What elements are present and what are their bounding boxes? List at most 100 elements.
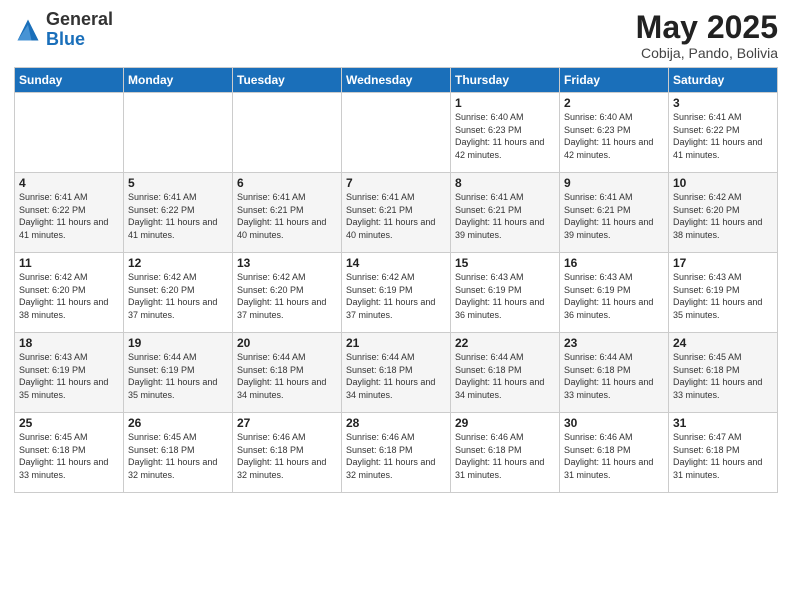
- day-number: 8: [455, 176, 555, 190]
- logo-general: General: [46, 9, 113, 29]
- day-info: Sunrise: 6:46 AMSunset: 6:18 PMDaylight:…: [346, 431, 446, 481]
- header-wednesday: Wednesday: [342, 68, 451, 93]
- day-number: 13: [237, 256, 337, 270]
- day-info: Sunrise: 6:43 AMSunset: 6:19 PMDaylight:…: [19, 351, 119, 401]
- day-cell: 21Sunrise: 6:44 AMSunset: 6:18 PMDayligh…: [342, 333, 451, 413]
- day-number: 6: [237, 176, 337, 190]
- day-number: 30: [564, 416, 664, 430]
- day-info: Sunrise: 6:42 AMSunset: 6:20 PMDaylight:…: [19, 271, 119, 321]
- day-info: Sunrise: 6:43 AMSunset: 6:19 PMDaylight:…: [564, 271, 664, 321]
- day-info: Sunrise: 6:41 AMSunset: 6:22 PMDaylight:…: [673, 111, 773, 161]
- day-cell: 7Sunrise: 6:41 AMSunset: 6:21 PMDaylight…: [342, 173, 451, 253]
- day-number: 24: [673, 336, 773, 350]
- day-number: 20: [237, 336, 337, 350]
- day-number: 9: [564, 176, 664, 190]
- header-saturday: Saturday: [669, 68, 778, 93]
- month-title: May 2025: [636, 10, 778, 45]
- day-number: 26: [128, 416, 228, 430]
- day-info: Sunrise: 6:41 AMSunset: 6:21 PMDaylight:…: [455, 191, 555, 241]
- week-row-3: 18Sunrise: 6:43 AMSunset: 6:19 PMDayligh…: [15, 333, 778, 413]
- day-cell: 23Sunrise: 6:44 AMSunset: 6:18 PMDayligh…: [560, 333, 669, 413]
- header: General Blue May 2025 Cobija, Pando, Bol…: [14, 10, 778, 61]
- day-number: 31: [673, 416, 773, 430]
- day-cell: 26Sunrise: 6:45 AMSunset: 6:18 PMDayligh…: [124, 413, 233, 493]
- day-number: 29: [455, 416, 555, 430]
- day-number: 25: [19, 416, 119, 430]
- header-tuesday: Tuesday: [233, 68, 342, 93]
- day-cell: 15Sunrise: 6:43 AMSunset: 6:19 PMDayligh…: [451, 253, 560, 333]
- day-cell: [233, 93, 342, 173]
- week-row-0: 1Sunrise: 6:40 AMSunset: 6:23 PMDaylight…: [15, 93, 778, 173]
- day-number: 14: [346, 256, 446, 270]
- day-cell: 29Sunrise: 6:46 AMSunset: 6:18 PMDayligh…: [451, 413, 560, 493]
- day-info: Sunrise: 6:41 AMSunset: 6:21 PMDaylight:…: [564, 191, 664, 241]
- week-row-4: 25Sunrise: 6:45 AMSunset: 6:18 PMDayligh…: [15, 413, 778, 493]
- header-thursday: Thursday: [451, 68, 560, 93]
- day-info: Sunrise: 6:42 AMSunset: 6:20 PMDaylight:…: [673, 191, 773, 241]
- day-cell: 5Sunrise: 6:41 AMSunset: 6:22 PMDaylight…: [124, 173, 233, 253]
- day-number: 16: [564, 256, 664, 270]
- day-cell: 6Sunrise: 6:41 AMSunset: 6:21 PMDaylight…: [233, 173, 342, 253]
- day-number: 5: [128, 176, 228, 190]
- header-monday: Monday: [124, 68, 233, 93]
- day-info: Sunrise: 6:43 AMSunset: 6:19 PMDaylight:…: [455, 271, 555, 321]
- day-info: Sunrise: 6:42 AMSunset: 6:20 PMDaylight:…: [237, 271, 337, 321]
- week-row-2: 11Sunrise: 6:42 AMSunset: 6:20 PMDayligh…: [15, 253, 778, 333]
- day-cell: 27Sunrise: 6:46 AMSunset: 6:18 PMDayligh…: [233, 413, 342, 493]
- day-info: Sunrise: 6:44 AMSunset: 6:18 PMDaylight:…: [346, 351, 446, 401]
- day-cell: 18Sunrise: 6:43 AMSunset: 6:19 PMDayligh…: [15, 333, 124, 413]
- day-info: Sunrise: 6:44 AMSunset: 6:18 PMDaylight:…: [455, 351, 555, 401]
- day-info: Sunrise: 6:47 AMSunset: 6:18 PMDaylight:…: [673, 431, 773, 481]
- location-subtitle: Cobija, Pando, Bolivia: [636, 45, 778, 61]
- day-number: 28: [346, 416, 446, 430]
- day-cell: [15, 93, 124, 173]
- day-cell: 31Sunrise: 6:47 AMSunset: 6:18 PMDayligh…: [669, 413, 778, 493]
- day-info: Sunrise: 6:41 AMSunset: 6:22 PMDaylight:…: [128, 191, 228, 241]
- day-number: 17: [673, 256, 773, 270]
- day-cell: 25Sunrise: 6:45 AMSunset: 6:18 PMDayligh…: [15, 413, 124, 493]
- day-number: 1: [455, 96, 555, 110]
- day-info: Sunrise: 6:40 AMSunset: 6:23 PMDaylight:…: [564, 111, 664, 161]
- day-number: 22: [455, 336, 555, 350]
- day-info: Sunrise: 6:41 AMSunset: 6:22 PMDaylight:…: [19, 191, 119, 241]
- logo-blue: Blue: [46, 29, 85, 49]
- logo-text: General Blue: [46, 10, 113, 50]
- header-sunday: Sunday: [15, 68, 124, 93]
- day-number: 10: [673, 176, 773, 190]
- day-info: Sunrise: 6:45 AMSunset: 6:18 PMDaylight:…: [673, 351, 773, 401]
- day-cell: 8Sunrise: 6:41 AMSunset: 6:21 PMDaylight…: [451, 173, 560, 253]
- day-info: Sunrise: 6:42 AMSunset: 6:19 PMDaylight:…: [346, 271, 446, 321]
- day-cell: 20Sunrise: 6:44 AMSunset: 6:18 PMDayligh…: [233, 333, 342, 413]
- calendar-page: General Blue May 2025 Cobija, Pando, Bol…: [0, 0, 792, 612]
- day-number: 2: [564, 96, 664, 110]
- day-info: Sunrise: 6:45 AMSunset: 6:18 PMDaylight:…: [19, 431, 119, 481]
- day-number: 12: [128, 256, 228, 270]
- day-cell: 24Sunrise: 6:45 AMSunset: 6:18 PMDayligh…: [669, 333, 778, 413]
- day-number: 27: [237, 416, 337, 430]
- day-info: Sunrise: 6:40 AMSunset: 6:23 PMDaylight:…: [455, 111, 555, 161]
- day-headers-row: SundayMondayTuesdayWednesdayThursdayFrid…: [15, 68, 778, 93]
- day-number: 18: [19, 336, 119, 350]
- day-cell: 28Sunrise: 6:46 AMSunset: 6:18 PMDayligh…: [342, 413, 451, 493]
- day-cell: 30Sunrise: 6:46 AMSunset: 6:18 PMDayligh…: [560, 413, 669, 493]
- day-cell: 4Sunrise: 6:41 AMSunset: 6:22 PMDaylight…: [15, 173, 124, 253]
- day-info: Sunrise: 6:46 AMSunset: 6:18 PMDaylight:…: [455, 431, 555, 481]
- day-cell: 16Sunrise: 6:43 AMSunset: 6:19 PMDayligh…: [560, 253, 669, 333]
- day-info: Sunrise: 6:44 AMSunset: 6:18 PMDaylight:…: [564, 351, 664, 401]
- day-cell: 9Sunrise: 6:41 AMSunset: 6:21 PMDaylight…: [560, 173, 669, 253]
- day-cell: 19Sunrise: 6:44 AMSunset: 6:19 PMDayligh…: [124, 333, 233, 413]
- day-cell: 2Sunrise: 6:40 AMSunset: 6:23 PMDaylight…: [560, 93, 669, 173]
- day-cell: 13Sunrise: 6:42 AMSunset: 6:20 PMDayligh…: [233, 253, 342, 333]
- day-number: 4: [19, 176, 119, 190]
- title-block: May 2025 Cobija, Pando, Bolivia: [636, 10, 778, 61]
- day-cell: 12Sunrise: 6:42 AMSunset: 6:20 PMDayligh…: [124, 253, 233, 333]
- day-cell: 3Sunrise: 6:41 AMSunset: 6:22 PMDaylight…: [669, 93, 778, 173]
- day-number: 19: [128, 336, 228, 350]
- day-cell: [124, 93, 233, 173]
- day-info: Sunrise: 6:44 AMSunset: 6:18 PMDaylight:…: [237, 351, 337, 401]
- week-row-1: 4Sunrise: 6:41 AMSunset: 6:22 PMDaylight…: [15, 173, 778, 253]
- day-number: 3: [673, 96, 773, 110]
- day-info: Sunrise: 6:45 AMSunset: 6:18 PMDaylight:…: [128, 431, 228, 481]
- day-info: Sunrise: 6:44 AMSunset: 6:19 PMDaylight:…: [128, 351, 228, 401]
- day-cell: 1Sunrise: 6:40 AMSunset: 6:23 PMDaylight…: [451, 93, 560, 173]
